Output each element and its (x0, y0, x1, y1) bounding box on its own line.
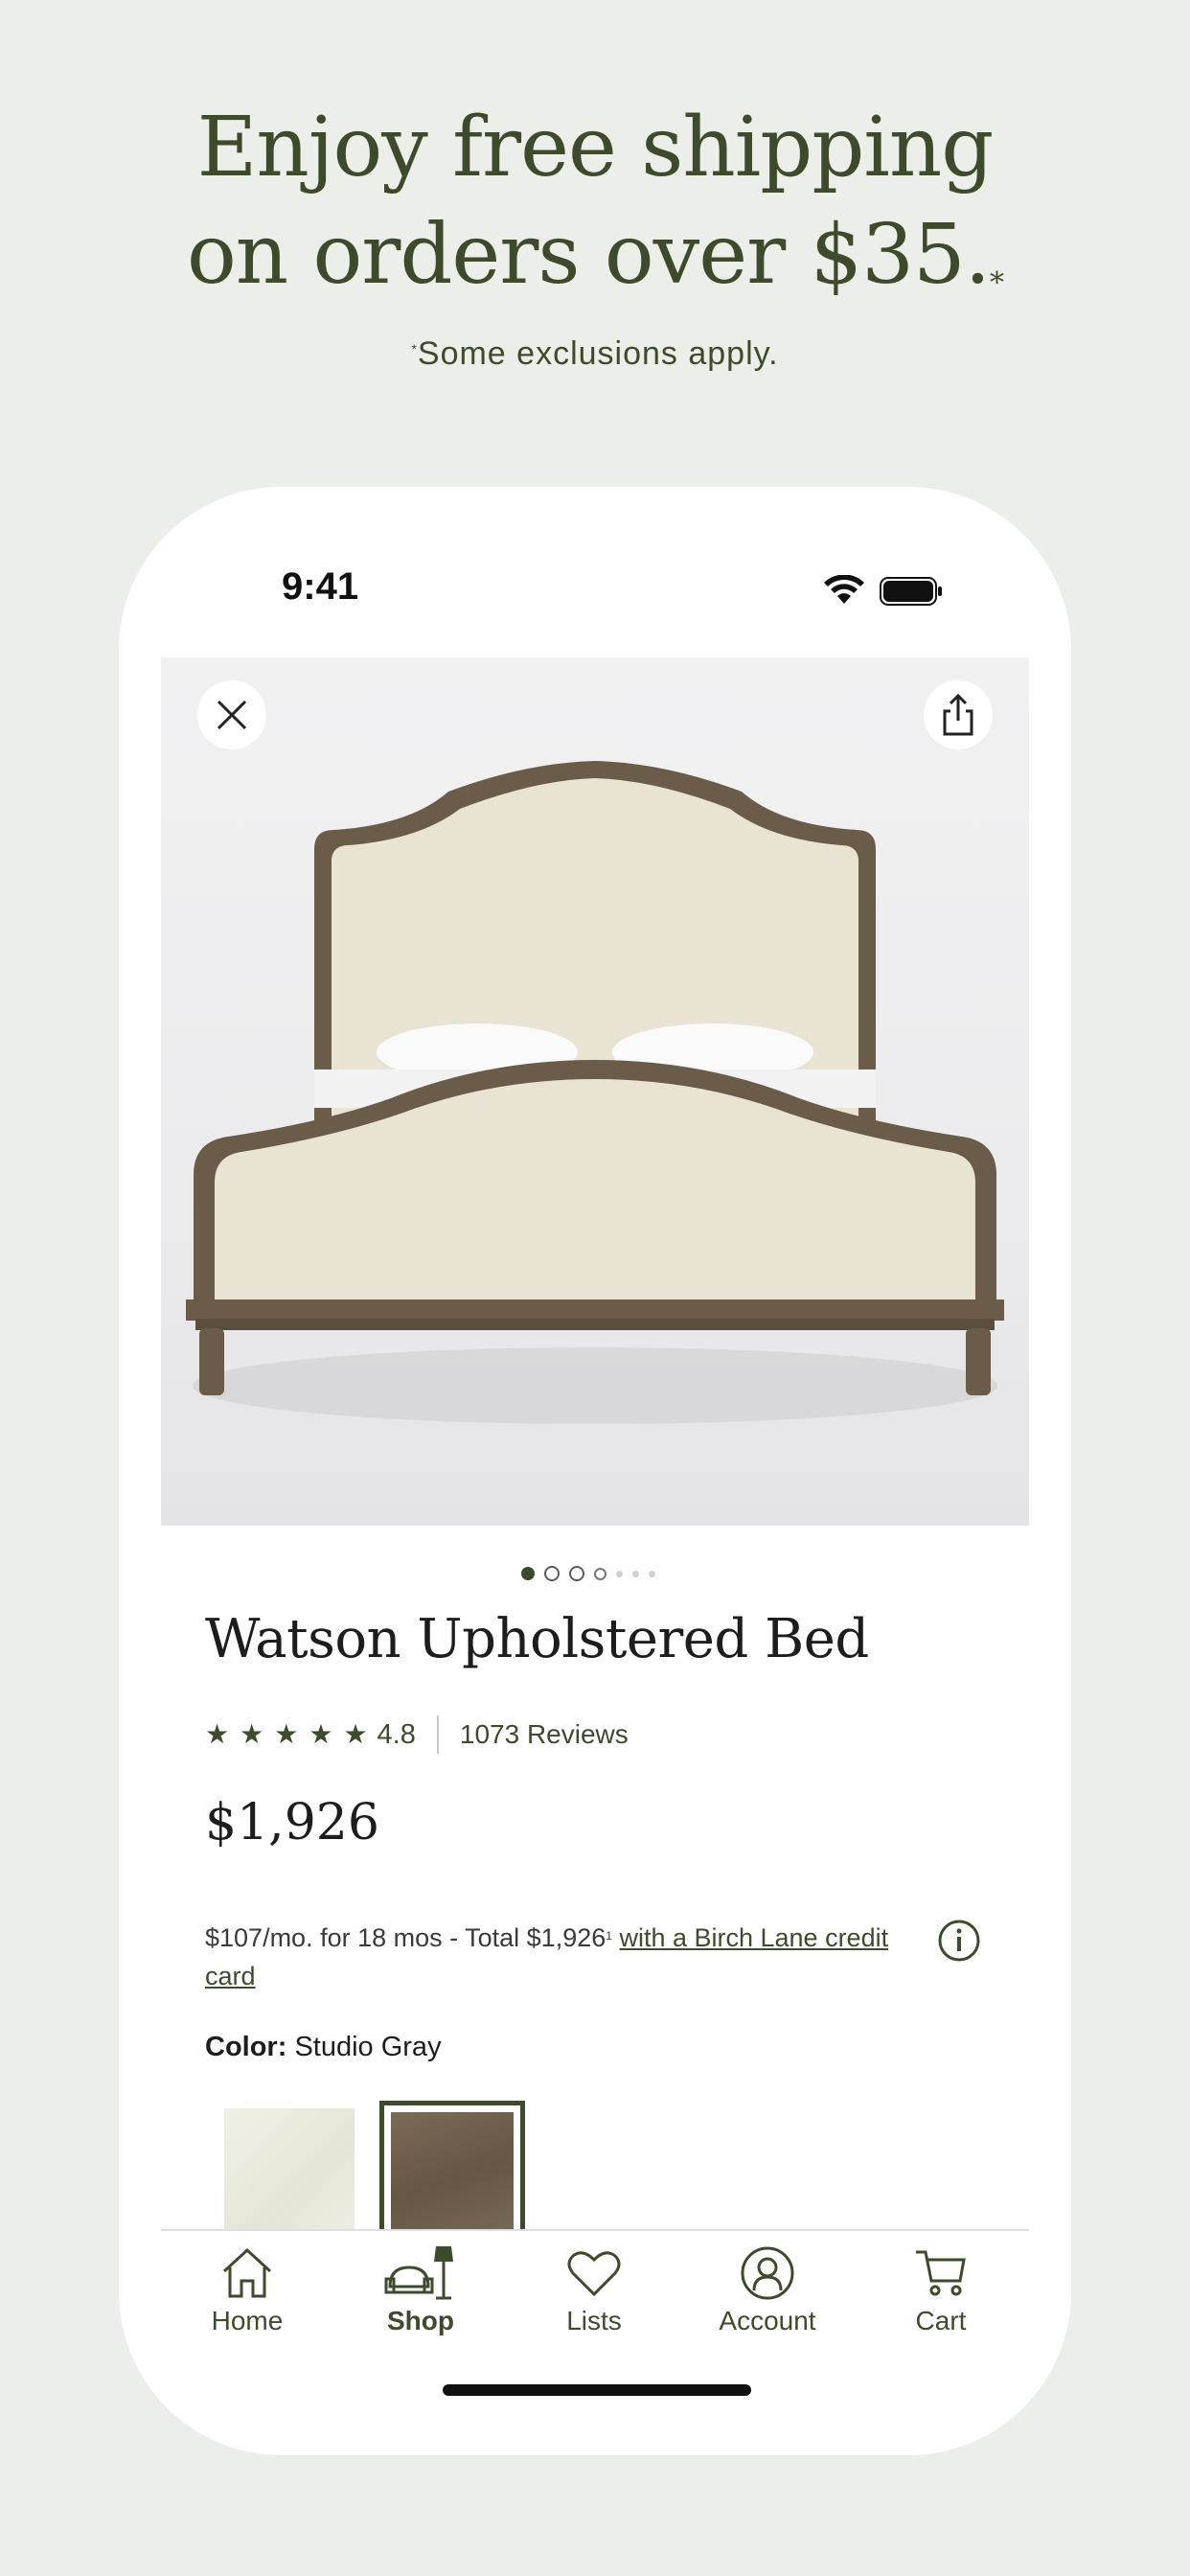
promo-line-1: Enjoy free shipping (196, 100, 995, 196)
page-dot-active[interactable] (521, 1567, 535, 1580)
page-dot[interactable] (569, 1566, 584, 1581)
page-dot[interactable] (616, 1570, 623, 1577)
chair-lamp-icon (384, 2246, 453, 2300)
selected-color: Studio Gray (294, 2032, 442, 2062)
status-time: 9:41 (282, 565, 359, 608)
close-icon (217, 700, 247, 730)
promo-line-2: on orders over $35.* (186, 207, 1004, 303)
info-icon[interactable] (937, 1919, 981, 1963)
star-icon: ★ (274, 1719, 299, 1749)
financing-text: $107/mo. for 18 mos - Total $1,9261 with… (205, 1923, 889, 1990)
page-dot[interactable] (649, 1570, 655, 1577)
phone-frame: 9:41 Watson Upholstered Bed ★ ★ ★ ★ ★ 4.… (119, 487, 1071, 2455)
rating-value: 4.8 (377, 1718, 416, 1750)
battery-icon (880, 577, 942, 606)
home-indicator[interactable] (443, 2384, 751, 2396)
product-price: $1,926 (205, 1794, 379, 1852)
color-selector-label: Color: Studio Gray (205, 2032, 442, 2062)
share-button[interactable] (924, 680, 993, 749)
person-icon (741, 2246, 794, 2300)
page-dot[interactable] (544, 1566, 560, 1581)
product-image[interactable] (161, 657, 1029, 1526)
close-button[interactable] (197, 680, 266, 749)
heart-icon (567, 2251, 621, 2297)
star-rating: ★ ★ ★ ★ ★ (205, 1720, 368, 1749)
share-icon (943, 694, 973, 736)
promo-headline: Enjoy free shipping on orders over $35.* (0, 94, 1190, 309)
color-swatch[interactable] (224, 2108, 355, 2242)
divider (436, 1715, 439, 1754)
product-title: Watson Upholstered Bed (205, 1608, 869, 1670)
page-dot[interactable] (594, 1567, 606, 1580)
page-dot[interactable] (632, 1570, 639, 1577)
wifi-icon (824, 575, 864, 604)
star-icon: ★ (205, 1719, 230, 1749)
promo-note: *Some exclusions apply. (411, 335, 779, 372)
color-swatch-studio-gray[interactable] (391, 2112, 514, 2246)
house-icon (222, 2247, 272, 2298)
reviews-link[interactable]: 1073 Reviews (460, 1719, 629, 1750)
tab-bar: Home Shop Lists Account Cart (161, 2229, 1029, 2455)
star-icon: ★ (240, 1719, 264, 1749)
cart-icon (916, 2250, 966, 2296)
image-pagination (521, 1566, 655, 1581)
star-icon: ★ (343, 1719, 368, 1749)
star-icon: ★ (309, 1719, 333, 1749)
rating-row[interactable]: ★ ★ ★ ★ ★ 4.8 1073 Reviews (205, 1715, 629, 1754)
bed-photo (186, 761, 1004, 1424)
